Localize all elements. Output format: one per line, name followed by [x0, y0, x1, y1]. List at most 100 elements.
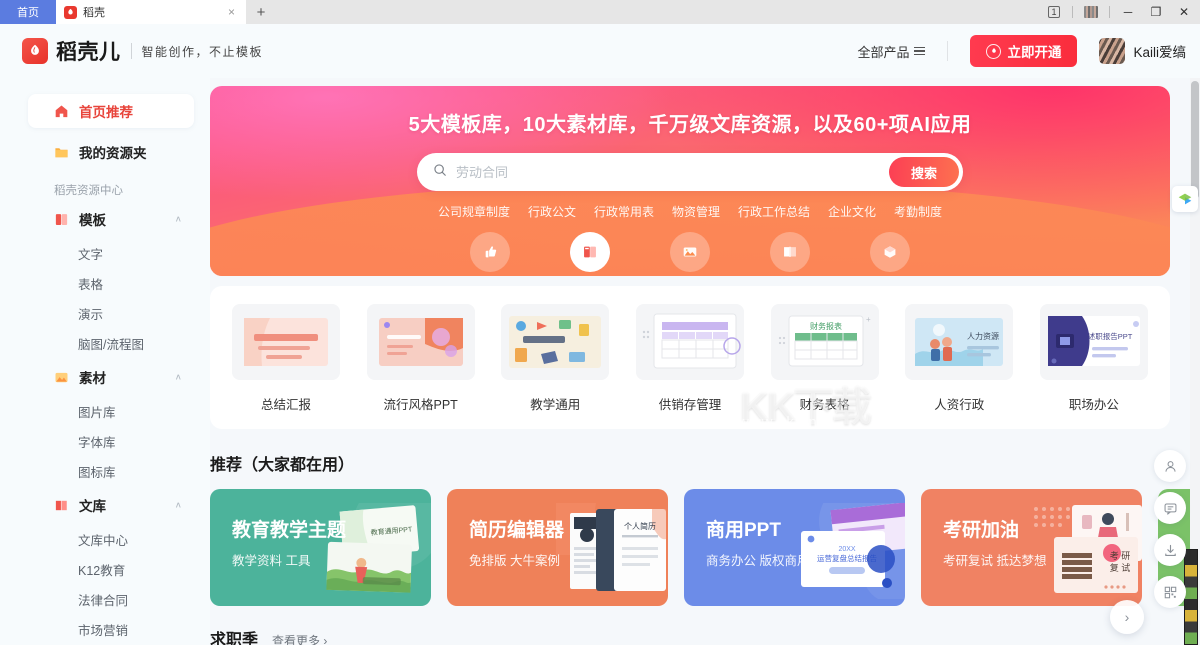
main-content: 5大模板库，10大素材库，千万级文库资源，以及60+项AI应用 搜索 公司规章制…	[210, 78, 1200, 645]
recommend-card-3-sub: 考研复试 抵达梦想	[943, 554, 1047, 568]
maximize-icon[interactable]: ❐	[1142, 0, 1170, 24]
template-card-2[interactable]: 教学通用	[493, 304, 617, 413]
window-controls-divider	[1072, 6, 1073, 18]
recommend-card-1[interactable]: 简历编辑器 免排版 大牛案例 个人简历	[447, 489, 668, 606]
carousel-next-button[interactable]: ›	[1110, 600, 1144, 634]
minimize-icon[interactable]: ─	[1114, 0, 1142, 24]
sidebar-subitem-marketing[interactable]: 市场营销	[0, 614, 210, 644]
recommend-card-0[interactable]: 教育教学主题 教学资料 工具 教育通用PPT	[210, 489, 431, 606]
hot-keyword-1[interactable]: 行政公文	[528, 203, 576, 220]
user-icon[interactable]	[1154, 450, 1186, 482]
sidebar-item-myfolder[interactable]: 我的资源夹	[0, 132, 210, 172]
sidebar-group-library[interactable]: 文库 ∧	[0, 486, 210, 524]
template-category-strip: 总结汇报 流行风格PPT 教学通用 供销存管理 财务报表 + 财务表格 人力资源…	[210, 286, 1170, 429]
recommend-card-3-title: 考研加油	[943, 520, 1020, 541]
template-card-6[interactable]: 述职报告PPT 职场办公	[1032, 304, 1156, 413]
template-card-3[interactable]: 供销存管理	[628, 304, 752, 413]
template-thumb-5: 人力资源	[905, 304, 1014, 380]
all-products-label: 全部产品	[857, 44, 910, 60]
avatar	[1099, 38, 1126, 64]
qrcode-icon[interactable]	[1154, 576, 1186, 608]
cube-icon	[870, 232, 910, 272]
all-products-button[interactable]: 全部产品	[857, 42, 926, 61]
tab-close-icon[interactable]: ×	[225, 5, 238, 19]
new-tab-button[interactable]: +	[246, 0, 276, 24]
hot-keyword-6[interactable]: 考勤制度	[894, 203, 942, 220]
recommend-title: 推荐（大家都在用）	[210, 457, 355, 474]
sidebar-subitem-text[interactable]: 文字	[0, 238, 210, 268]
template-label-0: 总结汇报	[260, 398, 311, 412]
sidebar-subitem-presentation[interactable]: 演示	[0, 298, 210, 328]
sidebar-subitem-icons[interactable]: 图标库	[0, 456, 210, 486]
brand-divider	[130, 43, 132, 59]
mini-floating-widget[interactable]	[1172, 186, 1198, 212]
sidebar-subitem-library-center[interactable]: 文库中心	[0, 524, 210, 554]
download-icon[interactable]	[1154, 534, 1186, 566]
feedback-icon[interactable]	[1154, 492, 1186, 524]
close-icon[interactable]: ✕	[1170, 0, 1198, 24]
user-menu[interactable]: Kaili爱缟	[1099, 38, 1186, 64]
app-header: 稻壳儿 智能创作，不止模板 全部产品 立即开通 Kaili爱缟	[0, 24, 1200, 78]
window-count-badge[interactable]: 1	[1040, 0, 1068, 24]
category-tab-recommend[interactable]: 推荐	[456, 232, 524, 276]
jobseason-more-link[interactable]: 查看更多 ›	[272, 632, 327, 645]
sidebar-subitem-k12[interactable]: K12教育	[0, 554, 210, 584]
sidebar-caption: 稻壳资源中心	[54, 185, 123, 197]
category-tab-ai[interactable]: AI应用	[856, 232, 924, 276]
brand-logo[interactable]: 稻壳儿	[22, 36, 121, 66]
template-card-5[interactable]: 人力资源 人资行政	[897, 304, 1021, 413]
chevron-up-icon-library[interactable]: ∧	[175, 500, 182, 509]
sidebar-subitem-legal[interactable]: 法律合同	[0, 584, 210, 614]
chevron-up-icon-materials[interactable]: ∧	[175, 372, 182, 381]
jobseason-section: 求职季 查看更多 ›	[210, 626, 1170, 645]
sidebar-subitem-mindmap[interactable]: 脑图/流程图	[0, 328, 210, 358]
scrollbar-thumb[interactable]	[1191, 81, 1199, 199]
template-thumb-4: 财务报表 +	[770, 304, 879, 380]
tab-home[interactable]: 首页	[0, 0, 56, 24]
recommend-card-1-title: 简历编辑器	[469, 520, 565, 541]
brand-slogan: 智能创作，不止模板	[141, 44, 264, 59]
category-tab-material[interactable]: 素材	[656, 232, 724, 276]
template-book-icon	[570, 232, 610, 272]
image-icon	[670, 232, 710, 272]
recommend-header: 推荐（大家都在用）	[210, 451, 1170, 475]
book-icon	[770, 232, 810, 272]
window-avatar-mini[interactable]	[1077, 0, 1105, 24]
template-icon	[54, 212, 69, 227]
hot-keyword-4[interactable]: 行政工作总结	[738, 203, 810, 220]
jobseason-header: 求职季 查看更多 ›	[210, 626, 1170, 645]
template-label-2: 教学通用	[530, 398, 581, 412]
sidebar-item-featured[interactable]: 首页推荐	[28, 94, 194, 128]
sidebar-group-materials[interactable]: 素材 ∧	[0, 358, 210, 396]
sidebar-subitem-images[interactable]: 图片库	[0, 396, 210, 426]
template-card-4[interactable]: 财务报表 + 财务表格	[763, 304, 887, 413]
template-thumb-2	[501, 304, 610, 380]
template-card-1[interactable]: 流行风格PPT	[359, 304, 483, 413]
activate-vip-button[interactable]: 立即开通	[970, 35, 1078, 67]
body-wrapper: 首页推荐 我的资源夹 稻壳资源中心 模板 ∧ 文字 表格 演示 脑图/流程图 素…	[0, 78, 1200, 645]
category-tab-library[interactable]: 文库	[756, 232, 824, 276]
tab-document[interactable]: 稻壳 ×	[56, 0, 246, 24]
category-tab-template[interactable]: 模板	[556, 232, 624, 276]
recommend-card-2[interactable]: 商用PPT 商务办公 版权商用 20XX 运营复盘总结报告	[684, 489, 905, 606]
hot-keyword-3[interactable]: 物资管理	[672, 203, 720, 220]
hot-keyword-2[interactable]: 行政常用表	[594, 203, 654, 220]
search-input-wrap	[433, 163, 889, 182]
category-tabs: 推荐 模板 素材	[210, 232, 1170, 276]
hot-keyword-5[interactable]: 企业文化	[828, 203, 876, 220]
library-icon	[54, 498, 69, 513]
user-name: Kaili爱缟	[1133, 45, 1186, 60]
template-label-3: 供销存管理	[658, 398, 722, 412]
svg-text:述职报告PPT: 述职报告PPT	[1088, 331, 1133, 341]
search-input[interactable]	[456, 164, 889, 180]
template-card-0[interactable]: 总结汇报	[224, 304, 348, 413]
sidebar-subitem-sheet[interactable]: 表格	[0, 268, 210, 298]
template-label-4: 财务表格	[799, 398, 850, 412]
sidebar-group-templates[interactable]: 模板 ∧	[0, 200, 210, 238]
search-button[interactable]: 搜索	[888, 157, 959, 187]
hot-keyword-0[interactable]: 公司规章制度	[438, 203, 510, 220]
chevron-up-icon[interactable]: ∧	[175, 214, 182, 223]
sidebar-subitem-fonts[interactable]: 字体库	[0, 426, 210, 456]
recommend-carousel: 教育教学主题 教学资料 工具 教育通用PPT 简历编辑器 免排版 大牛案例 个人…	[210, 489, 1200, 606]
recommend-card-3[interactable]: 考研加油 考研复试 抵达梦想 考 研 复 试	[921, 489, 1142, 606]
